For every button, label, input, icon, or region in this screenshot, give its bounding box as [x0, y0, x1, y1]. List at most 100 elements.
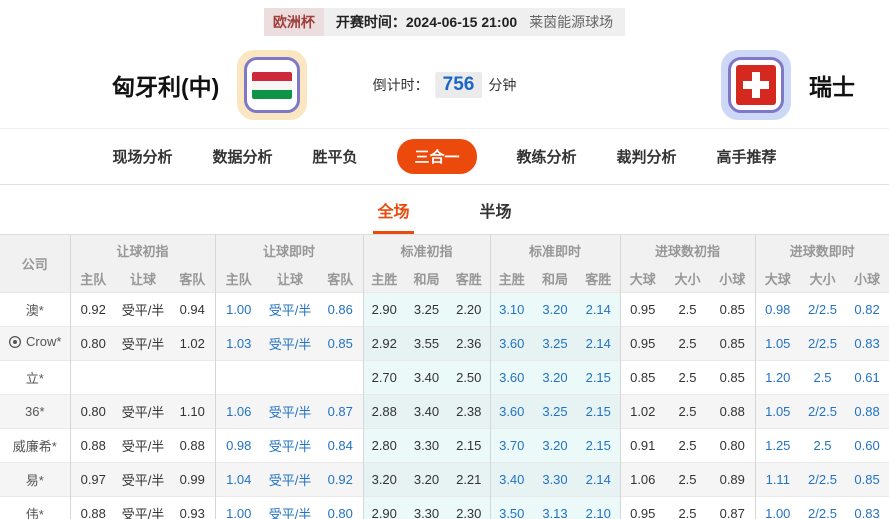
table-row: 立* 2.70 3.40 2.50 3.60 3.20 2.15 0.85 2.5 0.85 1.2…: [0, 359, 889, 394]
column-subheader: 客胜: [448, 265, 490, 292]
odds-cell: 2.14: [577, 291, 620, 326]
odds-cell: 2.50: [448, 359, 490, 394]
odds-cell: 受平/半: [116, 427, 170, 462]
column-group-header: 让球即时: [214, 235, 363, 265]
odds-cell: 2.15: [448, 427, 490, 462]
column-subheader: 和局: [405, 265, 448, 292]
odds-cell: 2/2.5: [800, 393, 846, 428]
column-subheader: 小球: [845, 265, 889, 292]
company-cell[interactable]: 36*: [0, 393, 70, 428]
odds-cell: 2.90: [362, 291, 405, 326]
odds-cell: 受平/半: [116, 325, 170, 360]
company-name: 易*: [25, 472, 44, 488]
top-info-bar: 欧洲杯 开赛时间：2024-06-15 21:00 莱茵能源球场: [0, 8, 889, 36]
odds-cell: 0.98: [214, 427, 262, 462]
odds-cell: 0.80: [710, 427, 756, 462]
odds-cell: 1.02: [619, 393, 665, 428]
odds-cell: 3.25: [405, 291, 448, 326]
column-subheader: 主队: [69, 265, 116, 292]
odds-cell: 3.20: [533, 359, 577, 394]
odds-cell: 0.95: [619, 291, 665, 326]
table-row: Crow* 0.80 受平/半 1.02 1.03 受平/半 0.85 2.92 3.55 2.3…: [0, 325, 889, 360]
nav-tab-expert-picks[interactable]: 高手推荐: [717, 146, 777, 167]
odds-cell: 3.70: [489, 427, 533, 462]
nav-tab-coach-analysis[interactable]: 教练分析: [517, 146, 577, 167]
column-subheader: 客队: [170, 265, 215, 292]
home-team-name: 匈牙利(中): [112, 74, 220, 100]
odds-cell: 0.85: [710, 359, 756, 394]
company-cell[interactable]: 威廉希*: [0, 427, 70, 462]
column-group-header: 让球初指: [69, 235, 215, 265]
odds-cell: 3.40: [489, 461, 533, 496]
nav-tab-three-in-one[interactable]: 三合一: [397, 139, 477, 174]
away-team-name: 瑞士: [809, 74, 855, 100]
league-badge: 欧洲杯: [263, 8, 324, 36]
company-cell[interactable]: 易*: [0, 461, 70, 496]
odds-cell: 2.10: [577, 495, 620, 519]
odds-cell: 0.80: [69, 393, 116, 428]
odds-cell: 2.5: [800, 427, 846, 462]
table-row: 36* 0.80 受平/半 1.10 1.06 受平/半 0.87 2.88 3.40 2.38 3…: [0, 393, 889, 428]
odds-cell: 0.85: [710, 291, 756, 326]
nav-tab-live-analysis[interactable]: 现场分析: [112, 146, 172, 167]
column-subheader: 客胜: [577, 265, 620, 292]
odds-cell: 2.88: [362, 393, 405, 428]
odds-cell: 0.85: [318, 325, 363, 360]
odds-cell: 3.30: [533, 461, 577, 496]
nav-tab-data-analysis[interactable]: 数据分析: [212, 146, 272, 167]
column-subheader: 小球: [710, 265, 756, 292]
odds-cell: 0.93: [170, 495, 215, 519]
odds-cell: 受平/半: [262, 495, 318, 519]
nav-tab-win-draw-lose[interactable]: 胜平负: [312, 146, 357, 167]
odds-cell: 2.30: [448, 495, 490, 519]
subtab-full-match[interactable]: 全场: [373, 198, 414, 234]
column-subheader: 让球: [262, 265, 318, 292]
odds-cell: 0.88: [69, 495, 116, 519]
odds-cell: 0.88: [845, 393, 889, 428]
nav-tab-referee-analysis[interactable]: 裁判分析: [617, 146, 677, 167]
odds-cell: 1.02: [170, 325, 215, 360]
odds-cell: 3.13: [533, 495, 577, 519]
odds-table-head: 公司 让球初指 让球即时 标准初指 标准即时 进球数初指 进球数即时 主队 让球 客队 主队 让球 客队…: [0, 235, 889, 292]
odds-cell: 0.95: [619, 325, 665, 360]
odds-cell: 2/2.5: [800, 291, 846, 326]
table-row: 威廉希* 0.88 受平/半 0.88 0.98 受平/半 0.84 2.80 3.30 2.15…: [0, 427, 889, 462]
odds-cell: 0.88: [170, 427, 215, 462]
odds-cell: 0.98: [754, 291, 801, 326]
odds-cell: 受平/半: [262, 291, 318, 326]
column-group-header: 进球数初指: [619, 235, 756, 265]
odds-cell: [262, 359, 318, 394]
odds-table-body: 澳* 0.92 受平/半 0.94 1.00 受平/半 0.86 2.90 3.25 2.20 3.…: [0, 291, 889, 519]
company-cell[interactable]: 立*: [0, 359, 70, 394]
odds-cell: 3.20: [533, 291, 577, 326]
odds-cell: 1.03: [214, 325, 262, 360]
column-subheader: 和局: [533, 265, 577, 292]
odds-cell: 2.20: [448, 291, 490, 326]
odds-cell: 2.21: [448, 461, 490, 496]
kickoff-time: 开赛时间：2024-06-15 21:00: [335, 14, 518, 30]
odds-cell: 受平/半: [262, 461, 318, 496]
odds-cell: 0.87: [318, 393, 363, 428]
odds-cell: 2.15: [577, 427, 620, 462]
odds-cell: 0.82: [845, 291, 889, 326]
column-subheader: 大球: [619, 265, 665, 292]
odds-cell: 0.88: [69, 427, 116, 462]
company-cell[interactable]: 澳*: [0, 291, 70, 326]
odds-cell: 2.14: [577, 461, 620, 496]
odds-cell: 3.25: [533, 393, 577, 428]
odds-cell: 受平/半: [262, 427, 318, 462]
column-group-header: 进球数即时: [754, 235, 889, 265]
company-cell[interactable]: 伟*: [0, 495, 70, 519]
nav-tabs: 现场分析 数据分析 胜平负 三合一 教练分析 裁判分析 高手推荐: [0, 128, 889, 185]
odds-cell: 0.83: [845, 495, 889, 519]
company-cell[interactable]: Crow*: [0, 325, 70, 360]
odds-cell: 3.30: [405, 427, 448, 462]
odds-cell: 1.00: [214, 291, 262, 326]
odds-cell: 受平/半: [116, 461, 170, 496]
match-header: 匈牙利(中) 倒计时： 756 分钟 瑞士: [0, 42, 889, 128]
odds-cell: 0.99: [170, 461, 215, 496]
odds-cell: 2/2.5: [800, 325, 846, 360]
odds-cell: 0.85: [710, 325, 756, 360]
subtab-half-match[interactable]: 半场: [476, 198, 516, 234]
odds-cell: 0.60: [845, 427, 889, 462]
